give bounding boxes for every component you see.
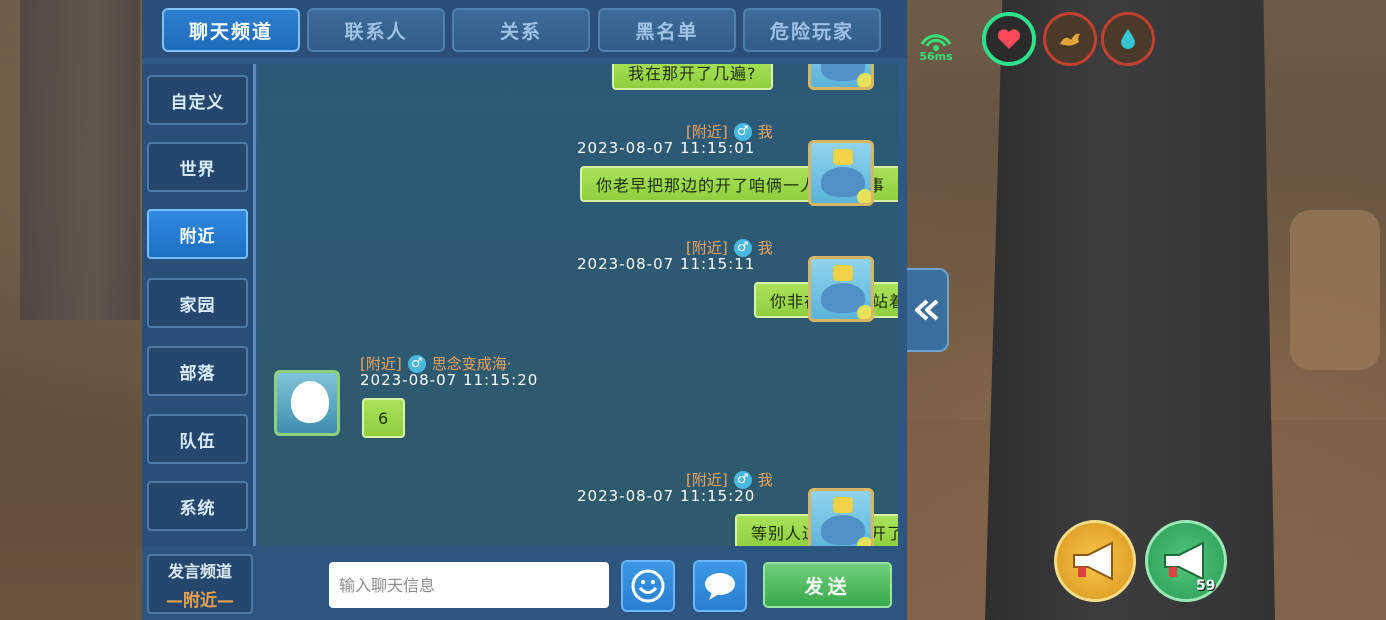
chat-bubble: 我在那开了几遍? [612,64,773,90]
input-bar: 发言频道 —附近— 发送 [142,548,907,620]
sidebar-item-home[interactable]: 家园 [147,278,248,328]
sidebar-item-custom[interactable]: 自定义 [147,75,248,125]
tab-chat-channel[interactable]: 聊天频道 [162,8,300,52]
avatar[interactable] [808,488,874,546]
collapse-arrow-icon [915,299,939,321]
male-icon: ♂ [733,238,752,257]
tab-relations[interactable]: 关系 [452,8,590,52]
megaphone-icon [1164,541,1204,581]
quick-phrase-button[interactable] [693,560,747,612]
megaphone-icon [1073,541,1113,581]
signal-icon [920,34,952,51]
water-drop-icon [1121,29,1135,49]
speak-channel-label: 发言频道 [167,561,232,581]
rock [1290,210,1380,370]
speak-channel-value: —附近— [166,590,234,611]
avatar[interactable] [808,64,874,90]
sidebar-item-world[interactable]: 世界 [147,142,248,192]
collapse-panel-button[interactable] [907,268,949,352]
avatar[interactable] [808,256,874,322]
tab-bar: 聊天频道 联系人 关系 黑名单 危险玩家 [142,0,907,58]
chat-messages[interactable]: 我在那开了几遍? [附近] ♂ 我 2023-08-07 11:15:01 你老… [258,64,898,546]
broadcast-gold-button[interactable] [1054,520,1136,602]
timestamp: 2023-08-07 11:15:11 [577,255,756,273]
stone-pillar [20,0,140,320]
male-icon: ♂ [407,354,426,373]
send-button[interactable]: 发送 [763,562,892,608]
network-ping: 56ms [916,28,956,68]
timestamp: 2023-08-07 11:15:01 [577,139,756,157]
health-indicator [982,12,1036,66]
thirst-indicator [1101,12,1155,66]
food-icon [1060,33,1080,46]
timestamp: 2023-08-07 11:15:20 [577,487,756,505]
chat-bubble: 6 [362,398,406,438]
sidebar-item-tribe[interactable]: 部落 [147,346,248,396]
sender-name[interactable]: 我 [758,237,773,258]
ping-value: 56ms [919,50,953,63]
male-icon: ♂ [733,470,752,489]
avatar[interactable] [274,370,340,436]
horn-count: 59 [1196,578,1216,594]
channel-sidebar: 自定义 世界 附近 家园 部落 队伍 系统 [142,64,256,546]
chat-input[interactable] [329,562,609,608]
heart-icon [997,29,1021,49]
sender-name[interactable]: 我 [758,469,773,490]
speak-channel-selector[interactable]: 发言频道 —附近— [147,554,253,614]
male-icon: ♂ [733,122,752,141]
tab-contacts[interactable]: 联系人 [307,8,445,52]
emoji-button[interactable] [621,560,675,612]
sidebar-item-team[interactable]: 队伍 [147,414,248,464]
sender-name[interactable]: 我 [758,121,773,142]
timestamp: 2023-08-07 11:15:20 [360,371,539,389]
chat-panel: 聊天频道 联系人 关系 黑名单 危险玩家 自定义 世界 附近 家园 部落 队伍 … [142,0,907,620]
dark-pillar [985,0,1275,620]
hunger-indicator [1043,12,1097,66]
emoji-icon [631,569,665,603]
tab-dangerous-players[interactable]: 危险玩家 [743,8,881,52]
tab-blacklist[interactable]: 黑名单 [598,8,736,52]
speech-bubble-icon [705,573,735,600]
avatar[interactable] [808,140,874,206]
sidebar-item-nearby[interactable]: 附近 [147,209,248,259]
sidebar-item-system[interactable]: 系统 [147,481,248,531]
